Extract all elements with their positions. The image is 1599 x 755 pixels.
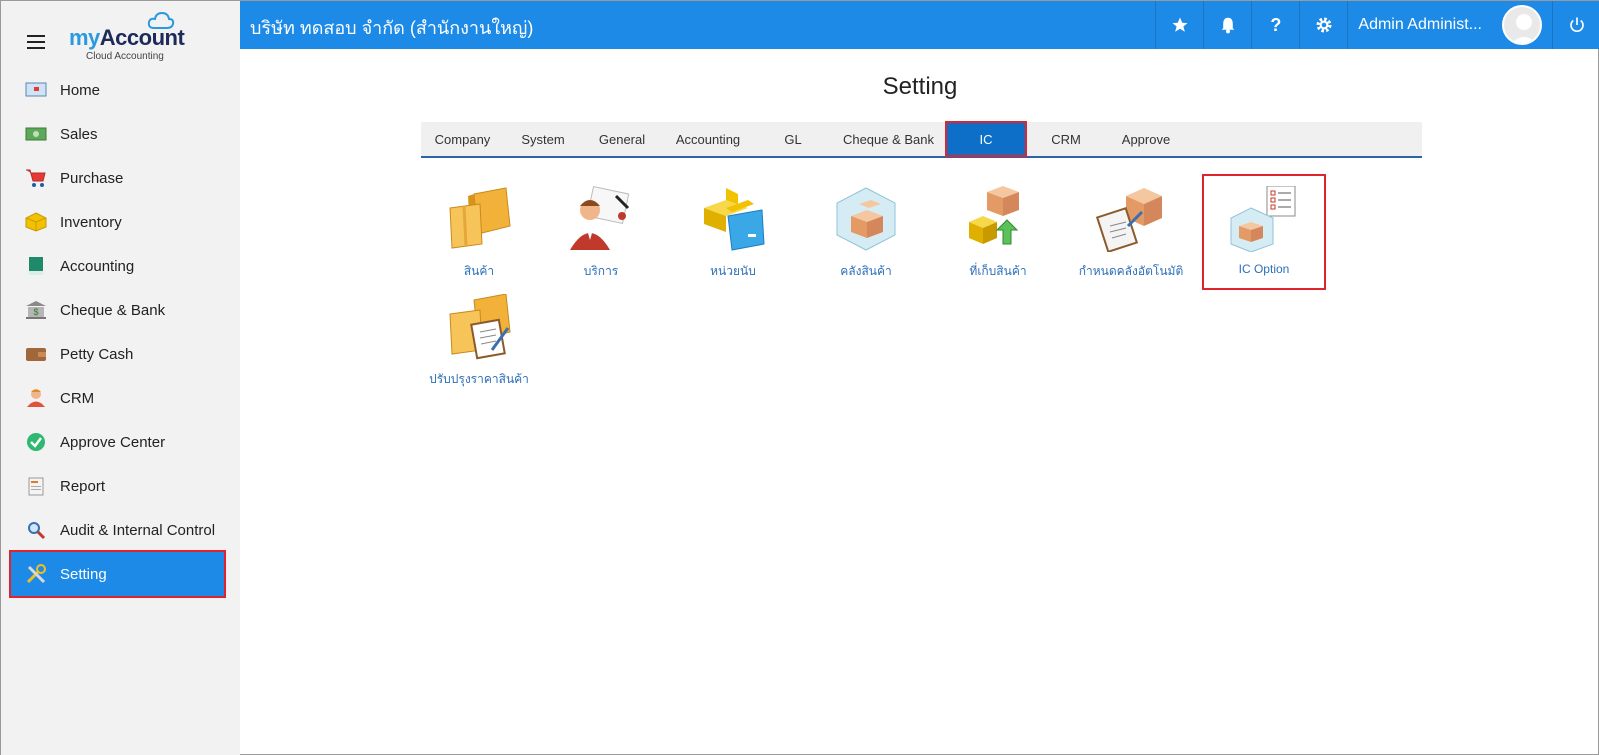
sidebar-item-inventory[interactable]: Inventory xyxy=(1,200,240,244)
tab-ic[interactable]: IC xyxy=(945,121,1027,157)
svg-text:$: $ xyxy=(33,307,38,317)
logo-area: myAccount Cloud Accounting xyxy=(1,1,240,67)
sidebar-item-setting[interactable]: Setting xyxy=(9,550,226,598)
tile-service[interactable]: บริการ xyxy=(541,176,661,288)
sidebar-item-label: Audit & Internal Control xyxy=(60,521,216,539)
unit-folder-icon xyxy=(704,188,765,251)
service-person-icon xyxy=(570,186,630,250)
sidebar-item-purchase[interactable]: Purchase xyxy=(1,156,240,200)
avatar xyxy=(1502,5,1542,45)
sidebar-item-audit[interactable]: Audit & Internal Control xyxy=(1,508,240,552)
tile-storage-location[interactable]: ที่เก็บสินค้า xyxy=(938,176,1058,288)
cash-icon xyxy=(25,124,47,144)
sidebar-item-label: Petty Cash xyxy=(60,345,134,363)
notification-bell-icon[interactable] xyxy=(1203,1,1251,49)
sidebar-item-crm[interactable]: CRM xyxy=(1,376,240,420)
sidebar-item-label: Purchase xyxy=(60,169,124,187)
bank-icon: $ xyxy=(25,300,47,320)
top-bar: บริษัท ทดสอบ จำกัด (สำนักงานใหญ่) ? Admi… xyxy=(240,1,1599,49)
box-icon xyxy=(25,212,47,232)
auto-warehouse-icon xyxy=(1096,188,1162,252)
tile-label: IC Option xyxy=(1238,262,1290,276)
price-adjust-icon xyxy=(449,294,511,360)
sidebar-item-home[interactable]: Home xyxy=(1,68,240,112)
cart-icon xyxy=(25,168,47,188)
magnifier-icon xyxy=(25,520,47,540)
tools-icon xyxy=(25,564,47,584)
sidebar-item-label: Setting xyxy=(60,565,107,583)
tile-product[interactable]: สินค้า xyxy=(419,176,539,288)
sidebar: myAccount Cloud Accounting Home Sales Pu… xyxy=(1,1,240,755)
gear-icon[interactable] xyxy=(1299,1,1347,49)
app-logo[interactable]: myAccount Cloud Accounting xyxy=(69,11,199,63)
tab-gl[interactable]: GL xyxy=(754,121,832,157)
sidebar-item-cheque-bank[interactable]: $ Cheque & Bank xyxy=(1,288,240,332)
tile-label: กำหนดคลังอัตโนมัติ xyxy=(1078,264,1184,278)
storage-location-icon xyxy=(969,186,1019,245)
tile-warehouse[interactable]: คลังสินค้า xyxy=(806,176,926,288)
hamburger-menu-icon[interactable] xyxy=(27,35,45,49)
user-menu[interactable]: Admin Administ... xyxy=(1347,1,1552,49)
logo-wordmark: myAccount xyxy=(69,25,185,50)
product-boxes-icon xyxy=(449,187,511,249)
tile-label: ปรับปรุงราคาสินค้า xyxy=(429,372,529,386)
person-icon xyxy=(25,388,47,408)
tile-price-adjust[interactable]: ปรับปรุงราคาสินค้า xyxy=(419,284,539,396)
tab-accounting[interactable]: Accounting xyxy=(662,121,754,157)
tile-label: หน่วยนับ xyxy=(710,264,756,278)
sidebar-item-label: Sales xyxy=(60,125,98,143)
company-name[interactable]: บริษัท ทดสอบ จำกัด (สำนักงานใหญ่) xyxy=(250,13,533,42)
home-icon xyxy=(25,80,47,100)
top-bar-actions: ? Admin Administ... xyxy=(1155,1,1599,49)
tile-label: ที่เก็บสินค้า xyxy=(969,264,1027,278)
tile-label: บริการ xyxy=(583,264,619,278)
tab-company[interactable]: Company xyxy=(421,121,504,157)
tile-label: คลังสินค้า xyxy=(840,264,892,278)
tab-crm[interactable]: CRM xyxy=(1027,121,1105,157)
tile-ic-option[interactable]: IC Option xyxy=(1202,174,1326,290)
book-icon xyxy=(25,256,47,276)
report-icon xyxy=(25,476,47,496)
sidebar-item-label: Report xyxy=(60,477,106,495)
ic-option-icon xyxy=(1230,186,1296,252)
sidebar-item-report[interactable]: Report xyxy=(1,464,240,508)
sidebar-item-approve-center[interactable]: Approve Center xyxy=(1,420,240,464)
logo-tagline: Cloud Accounting xyxy=(86,51,164,62)
power-icon[interactable] xyxy=(1552,1,1599,49)
sidebar-item-accounting[interactable]: Accounting xyxy=(1,244,240,288)
setting-tabs: Company System General Accounting GL Che… xyxy=(421,121,1422,158)
tile-auto-warehouse[interactable]: กำหนดคลังอัตโนมัติ xyxy=(1071,176,1191,288)
tile-label: สินค้า xyxy=(463,264,495,278)
check-circle-icon xyxy=(25,432,47,452)
warehouse-icon xyxy=(836,187,896,251)
page-title: Setting xyxy=(882,73,958,100)
sidebar-item-label: CRM xyxy=(60,389,95,407)
sidebar-item-label: Home xyxy=(60,81,101,99)
sidebar-item-label: Accounting xyxy=(60,257,135,275)
help-icon[interactable]: ? xyxy=(1251,1,1299,49)
sidebar-item-petty-cash[interactable]: Petty Cash xyxy=(1,332,240,376)
sidebar-nav: Home Sales Purchase Inventory Accounting… xyxy=(1,68,240,598)
user-name: Admin Administ... xyxy=(1358,16,1482,33)
tab-system[interactable]: System xyxy=(504,121,582,157)
sidebar-item-sales[interactable]: Sales xyxy=(1,112,240,156)
sidebar-item-label: Inventory xyxy=(60,213,122,231)
wallet-icon xyxy=(25,344,47,364)
sidebar-item-label: Cheque & Bank xyxy=(60,301,166,319)
tab-cheque-bank[interactable]: Cheque & Bank xyxy=(832,121,945,157)
sidebar-item-label: Approve Center xyxy=(60,433,166,451)
tab-approve[interactable]: Approve xyxy=(1105,121,1187,157)
tab-general[interactable]: General xyxy=(582,121,662,157)
favorite-star-icon[interactable] xyxy=(1155,1,1203,49)
tile-unit[interactable]: หน่วยนับ xyxy=(673,176,793,288)
